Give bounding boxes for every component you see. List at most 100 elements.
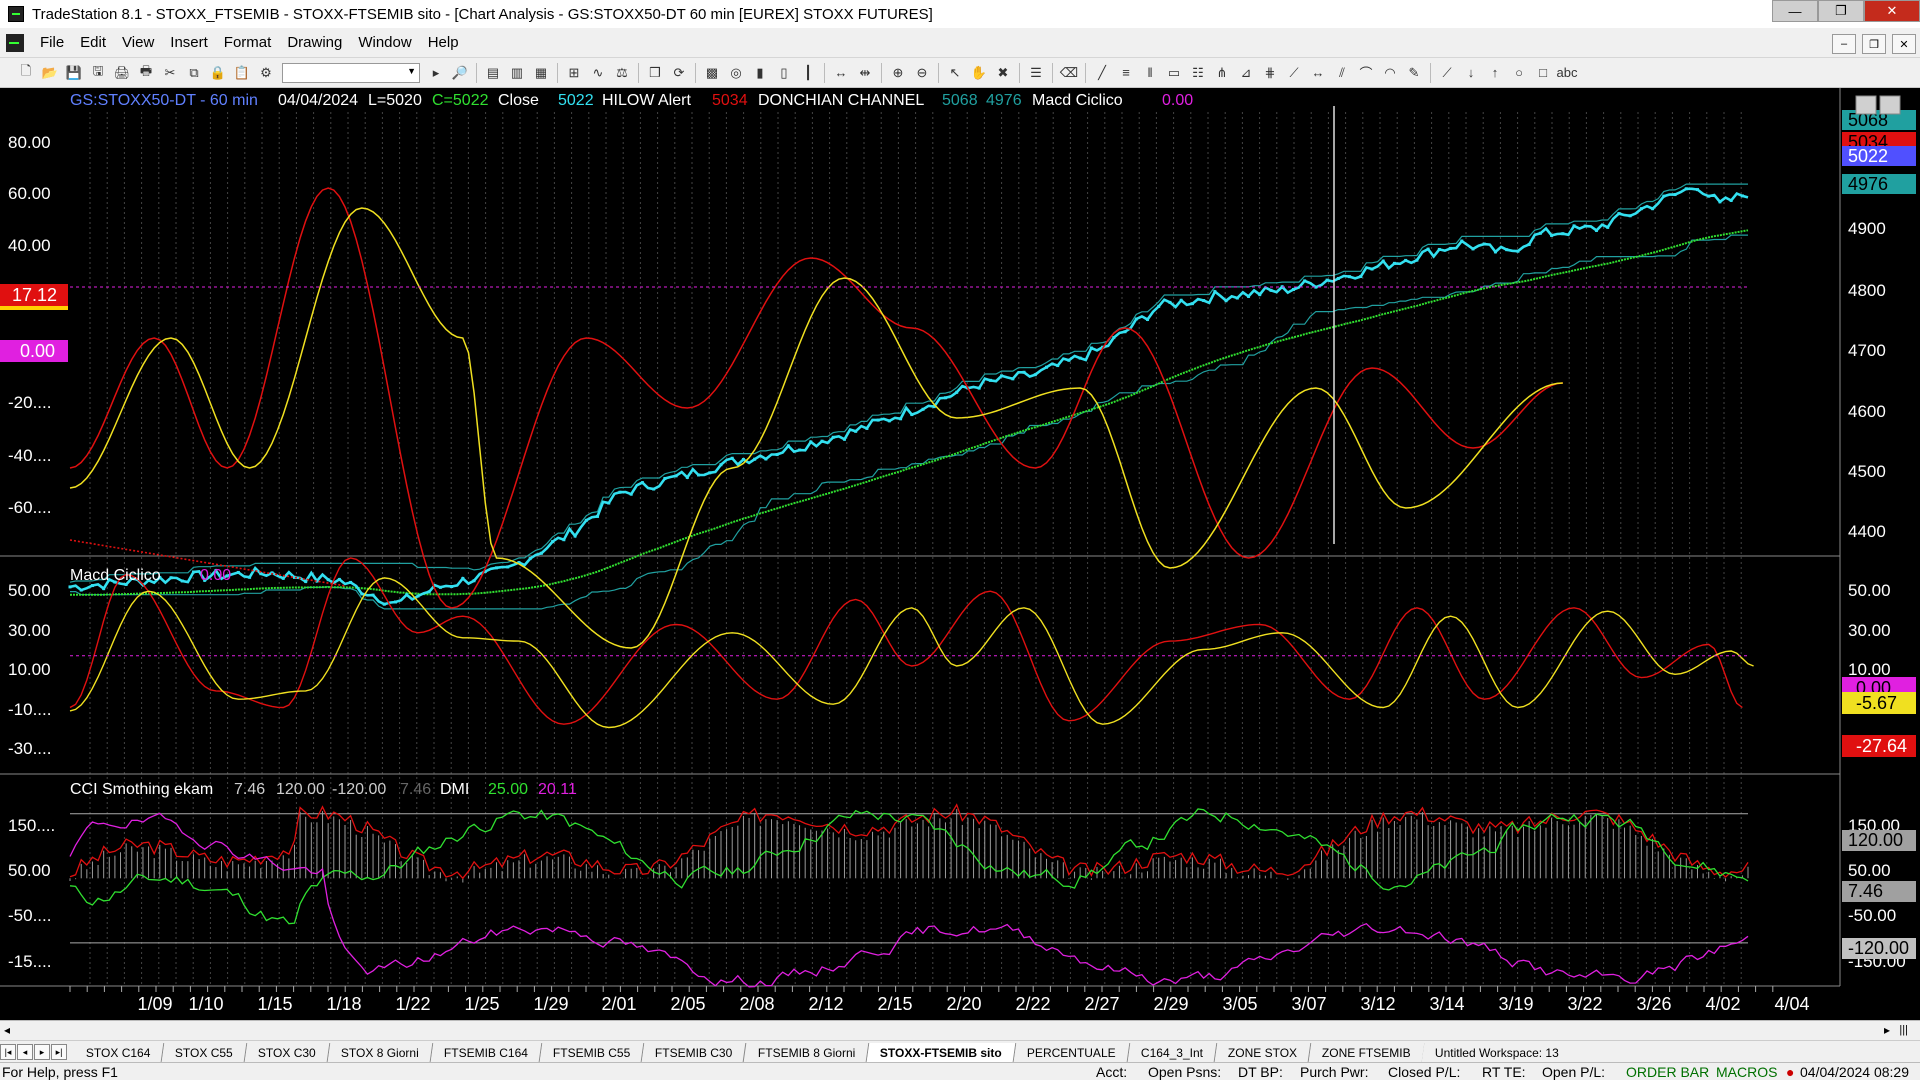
workspace-tab[interactable]: FTSEMIB C30 [641,1043,748,1062]
scroll-left-icon[interactable]: ◂ [4,1023,10,1037]
tools-icon[interactable]: ✖ [993,63,1013,83]
paste-icon[interactable]: 📋 [232,63,252,83]
pointer-icon[interactable]: ↖ [945,63,965,83]
ellipse-icon[interactable]: ○ [1509,63,1529,83]
symbol-combo[interactable] [282,62,420,83]
bar-icon[interactable]: ▤ [483,63,503,83]
insert-icon[interactable]: ⊞ [564,63,584,83]
menu-drawing[interactable]: Drawing [279,34,350,51]
zoom-icon[interactable]: ◎ [726,63,746,83]
play-arrow-icon[interactable]: ▸ [426,63,446,83]
workspace-tab[interactable]: ZONE FTSEMIB [1308,1043,1425,1062]
chart-icon[interactable]: ▮ [750,63,770,83]
tab-prev-icon[interactable]: ◂ [17,1044,33,1060]
menu-window[interactable]: Window [350,34,419,51]
workspace-tab[interactable]: STOX C55 [162,1043,248,1062]
chart-canvas[interactable]: GS:STOXX50-DT - 60 min 04/04/2024 L=5020 C=… [0,88,1920,1020]
scroll-grip-icon[interactable]: ||| [1899,1024,1908,1036]
channel-icon[interactable]: ▭ [1164,63,1184,83]
workspace-tab[interactable]: FTSEMIB C55 [539,1043,645,1062]
lock-icon[interactable]: 🔒 [208,63,228,83]
scroll-right-icon[interactable]: ▸ [1884,1023,1890,1037]
workspace-tab[interactable]: Untitled Workspace: 13 [1422,1043,1573,1062]
line-icon[interactable]: ⟋ [1437,63,1457,83]
andrews-icon[interactable]: ⋔ [1212,63,1232,83]
menu-insert[interactable]: Insert [162,34,216,51]
properties-icon[interactable]: ☰ [1026,63,1046,83]
price-bar [1247,294,1251,298]
delete-icon[interactable]: ⌫ [1059,63,1079,83]
window-icon[interactable]: ❒ [645,63,665,83]
gann-icon[interactable]: ⊿ [1236,63,1256,83]
workspace-tab[interactable]: FTSEMIB C164 [430,1043,543,1062]
close-button[interactable]: ✕ [1864,0,1920,22]
price-bar [1269,288,1273,292]
speed-icon[interactable]: ⌒ [1356,63,1376,83]
regression-icon[interactable]: ⟋ [1284,63,1304,83]
find-icon[interactable]: 🔎 [450,63,470,83]
status-macros[interactable]: MACROS [1716,1064,1777,1080]
mdi-close-button[interactable]: ✕ [1892,34,1916,54]
save-all-icon[interactable]: 🖫 [88,63,108,83]
workspace-tab[interactable]: ZONE STOX [1214,1043,1312,1062]
tab-next-icon[interactable]: ▸ [34,1044,50,1060]
status-order-bar[interactable]: ORDER BAR [1626,1064,1709,1080]
trendline-icon[interactable]: ╱ [1092,63,1112,83]
pencil-icon[interactable]: ✎ [1404,63,1424,83]
mdi-minimize-button[interactable]: – [1832,34,1856,54]
hlines-icon[interactable]: ≡ [1116,63,1136,83]
workspace-tab[interactable]: STOX C30 [244,1043,331,1062]
open-icon[interactable]: 📂 [40,63,60,83]
save-icon[interactable]: 💾 [64,63,84,83]
new-icon[interactable]: 🗋 [16,63,36,83]
maximize-button[interactable]: ❐ [1818,0,1864,22]
text-icon[interactable]: abc [1557,63,1578,83]
table-icon[interactable]: ▦ [531,63,551,83]
expand-icon[interactable]: ↔ [831,63,851,83]
arrow-both-icon[interactable]: ↔ [1308,63,1328,83]
hand-icon[interactable]: ✋ [969,63,989,83]
chart-document-icon[interactable] [6,33,24,52]
parallel-icon[interactable]: ⫽ [1332,63,1352,83]
print-icon[interactable]: 🖶 [136,63,156,83]
gann2-icon[interactable]: ⋕ [1260,63,1280,83]
arrow-up-icon[interactable]: ↑ [1485,63,1505,83]
workspace-tab[interactable]: STOX C164 [72,1043,165,1062]
workspace-tab[interactable]: STOX 8 Giorni [327,1043,434,1062]
menu-help[interactable]: Help [420,34,467,51]
mdi-restore-button[interactable]: ❐ [1862,34,1886,54]
format-icon[interactable]: ⚙ [256,63,276,83]
workspace-tab[interactable]: FTSEMIB 8 Giorni [744,1043,870,1062]
workspace-tab[interactable]: C164_3_Int [1127,1043,1217,1062]
menu-edit[interactable]: Edit [72,34,114,51]
indicator-icon[interactable]: ∿ [588,63,608,83]
contract-icon[interactable]: ⇹ [855,63,875,83]
rectangle-icon[interactable]: □ [1533,63,1553,83]
strategy-icon[interactable]: ⚖ [612,63,632,83]
fib-icon[interactable]: ☷ [1188,63,1208,83]
cut-icon[interactable]: ✂ [160,63,180,83]
menu-format[interactable]: Format [216,34,280,51]
chart-analysis-window[interactable]: GS:STOXX50-DT - 60 min 04/04/2024 L=5020 C=… [0,88,1920,1020]
tab-first-icon[interactable]: |◂ [0,1044,16,1060]
menu-file[interactable]: File [32,34,72,51]
horizontal-scrollbar[interactable]: ◂ ▸ ||| [0,1020,1920,1040]
refresh-icon[interactable]: ⟳ [669,63,689,83]
arrow-down-icon[interactable]: ↓ [1461,63,1481,83]
workspace-tab[interactable]: PERCENTUALE [1013,1043,1130,1062]
zoom-in-icon[interactable]: ⊕ [888,63,908,83]
grid-icon[interactable]: ▩ [702,63,722,83]
vlines-icon[interactable]: ‖ [1140,63,1160,83]
arc-icon[interactable]: ◠ [1380,63,1400,83]
workspace-tab[interactable]: STOXX-FTSEMIB sito [866,1043,1017,1062]
chart3-icon[interactable]: ┃ [798,63,818,83]
tradestation-app-icon[interactable] [8,6,24,22]
minimize-button[interactable]: — [1772,0,1818,22]
copy-icon[interactable]: ⧉ [184,63,204,83]
chart2-icon[interactable]: ▯ [774,63,794,83]
tab-last-icon[interactable]: ▸| [51,1044,67,1060]
print-setup-icon[interactable]: 🖨 [112,63,132,83]
bar2-icon[interactable]: ▥ [507,63,527,83]
menu-view[interactable]: View [114,34,162,51]
zoom-out-icon[interactable]: ⊖ [912,63,932,83]
